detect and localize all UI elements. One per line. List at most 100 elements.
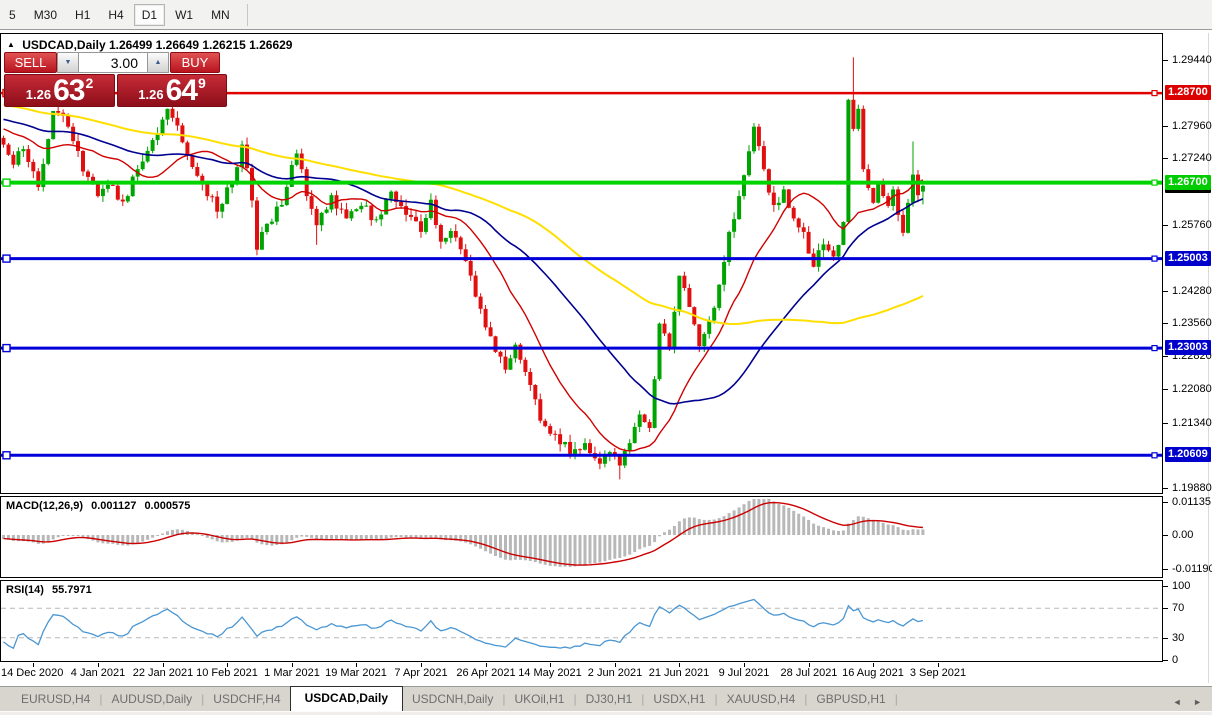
time-axis-label: 28 Jul 2021 — [776, 667, 842, 679]
axis-tick-mark — [1163, 158, 1168, 159]
chart-tab-eurusd[interactable]: EURUSD,H4 — [12, 688, 99, 711]
axis-tick-mark — [1163, 126, 1168, 127]
time-axis-label: 14 Dec 2020 — [1, 667, 67, 679]
time-axis-label: 26 Apr 2021 — [453, 667, 519, 679]
period-toolbar: 5M30H1H4D1W1MN — [0, 0, 1212, 30]
chart-tab-ukoil[interactable]: UKOil,H1 — [505, 688, 573, 711]
buy-price-button[interactable]: 1.26 64 9 — [117, 74, 227, 107]
sell-price-prefix: 1.26 — [26, 87, 51, 102]
time-axis-label: 16 Aug 2021 — [840, 667, 906, 679]
axis-tick-mark — [1163, 586, 1168, 587]
price-axis-tick: 1.21340 — [1172, 417, 1212, 429]
time-axis-label: 22 Jan 2021 — [130, 667, 196, 679]
time-axis-label: 19 Mar 2021 — [323, 667, 389, 679]
rsi-indicator-label: RSI(14) 55.7971 — [6, 584, 97, 596]
chart-title: ▲ USDCAD,Daily 1.26499 1.26649 1.26215 1… — [7, 38, 292, 52]
one-click-trading-panel: SELL ▼ ▲ BUY 1.26 63 2 1.26 64 9 — [4, 52, 228, 107]
period-button-m30[interactable]: M30 — [26, 4, 65, 26]
indicator-axis-tick: 100 — [1172, 580, 1190, 592]
axis-tick-mark — [1163, 323, 1168, 324]
axis-tick-mark — [1163, 356, 1168, 357]
sell-price-big: 63 — [53, 76, 84, 106]
chart-tab-dj30[interactable]: DJ30,H1 — [577, 688, 642, 711]
tab-scroll-right-icon[interactable]: ► — [1193, 697, 1202, 707]
volume-input[interactable] — [79, 52, 147, 73]
rsi-subwindow[interactable] — [0, 580, 1163, 662]
volume-increase-button[interactable]: ▲ — [147, 52, 169, 73]
period-button-h1[interactable]: H1 — [67, 4, 98, 26]
axis-tick-mark — [1163, 291, 1168, 292]
time-axis-label: 2 Jun 2021 — [582, 667, 648, 679]
toolbar-separator — [247, 4, 248, 26]
period-button-h4[interactable]: H4 — [100, 4, 131, 26]
axis-tick-mark — [1163, 569, 1168, 570]
chart-tab-audusd[interactable]: AUDUSD,Daily — [102, 688, 201, 711]
price-axis-tick: 1.19880 — [1172, 482, 1212, 494]
macd-name: MACD(12,26,9) — [6, 500, 83, 512]
chart-title-text: USDCAD,Daily 1.26499 1.26649 1.26215 1.2… — [22, 38, 292, 52]
chart-tab-usdx[interactable]: USDX,H1 — [644, 688, 714, 711]
axis-tick-mark — [1163, 488, 1168, 489]
price-axis-tick: 1.29440 — [1172, 54, 1212, 66]
tab-scroll-buttons: ◄ ► — [1164, 697, 1202, 707]
chart-tab-gbpusd[interactable]: GBPUSD,H1 — [807, 688, 894, 711]
time-axis-label: 7 Apr 2021 — [388, 667, 454, 679]
axis-tick-mark — [1163, 423, 1168, 424]
price-axis-tick: 1.27960 — [1172, 120, 1212, 132]
chart-tab-xauusd[interactable]: XAUUSD,H4 — [718, 688, 805, 711]
tab-separator: | — [895, 688, 898, 711]
time-axis-label: 14 May 2021 — [517, 667, 583, 679]
triangle-up-icon: ▲ — [155, 59, 162, 66]
buy-price-sup: 9 — [198, 75, 206, 91]
sell-price-sup: 2 — [85, 75, 93, 91]
period-button-w1[interactable]: W1 — [167, 4, 201, 26]
macd-main-value: 0.001127 — [91, 500, 136, 512]
chart-tab-usdcnh[interactable]: USDCNH,Daily — [403, 688, 502, 711]
time-axis-label: 21 Jun 2021 — [646, 667, 712, 679]
rsi-value: 55.7971 — [52, 584, 92, 596]
sell-price-button[interactable]: 1.26 63 2 — [4, 74, 115, 107]
time-axis-label: 1 Mar 2021 — [259, 667, 325, 679]
price-level-label: 1.28700 — [1165, 85, 1211, 100]
axis-tick-mark — [1163, 502, 1168, 503]
macd-signal-value: 0.000575 — [144, 500, 190, 512]
price-level-label: 1.23003 — [1165, 340, 1211, 355]
axis-tick-mark — [1163, 389, 1168, 390]
period-button-d1[interactable]: D1 — [134, 4, 165, 26]
indicator-axis-tick: 30 — [1172, 632, 1184, 644]
chart-tab-bar: EURUSD,H4|AUDUSD,Daily|USDCHF,H4USDCAD,D… — [0, 686, 1212, 711]
price-axis-tick: 1.23560 — [1172, 317, 1212, 329]
triangle-down-icon: ▼ — [65, 59, 72, 66]
sell-button[interactable]: SELL — [4, 52, 57, 73]
collapse-chart-icon[interactable]: ▲ — [7, 40, 15, 49]
period-button-5[interactable]: 5 — [1, 4, 24, 26]
time-axis-label: 10 Feb 2021 — [194, 667, 260, 679]
chart-tab-usdcad[interactable]: USDCAD,Daily — [290, 686, 403, 711]
price-axis: 1.29440 1.27960 1.27240 1.25760 1.24280 1.235… — [1163, 33, 1212, 663]
axis-tick-mark — [1163, 225, 1168, 226]
indicator-axis-tick: 70 — [1172, 602, 1184, 614]
price-axis-tick: 1.27240 — [1172, 152, 1212, 164]
axis-tick-mark — [1163, 608, 1168, 609]
status-strip — [0, 711, 1212, 715]
period-button-mn[interactable]: MN — [203, 4, 238, 26]
buy-button[interactable]: BUY — [170, 52, 220, 73]
indicator-axis-tick: 0 — [1172, 654, 1178, 666]
buy-price-big: 64 — [166, 76, 197, 106]
volume-decrease-button[interactable]: ▼ — [57, 52, 79, 73]
time-axis-label: 4 Jan 2021 — [65, 667, 131, 679]
price-axis-tick: 1.22080 — [1172, 383, 1212, 395]
time-axis-label: 9 Jul 2021 — [711, 667, 777, 679]
tab-scroll-left-icon[interactable]: ◄ — [1173, 697, 1182, 707]
macd-indicator-label: MACD(12,26,9) 0.001127 0.000575 — [6, 500, 195, 512]
price-level-label: 1.25003 — [1165, 251, 1211, 266]
axis-tick-mark — [1163, 638, 1168, 639]
indicator-axis-tick: 0.01135 — [1172, 496, 1211, 508]
chart-tab-usdchf[interactable]: USDCHF,H4 — [204, 688, 289, 711]
price-axis-tick: 1.24280 — [1172, 285, 1212, 297]
price-axis-tick: 1.25760 — [1172, 219, 1212, 231]
price-level-label: 1.26700 — [1165, 175, 1211, 190]
axis-tick-mark — [1163, 660, 1168, 661]
indicator-axis-tick: -0.011904 — [1172, 563, 1212, 575]
indicator-axis-tick: 0.00 — [1172, 529, 1193, 541]
